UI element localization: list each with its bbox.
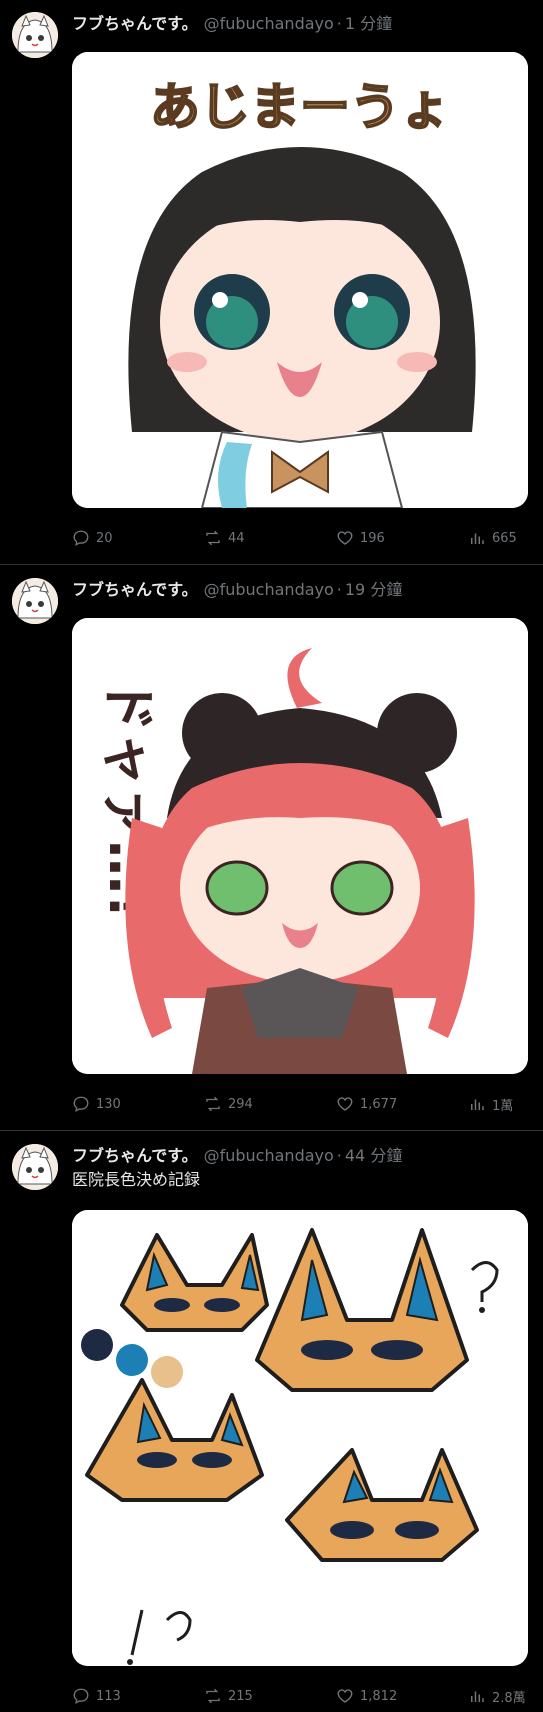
tweet-image[interactable] <box>72 1210 528 1666</box>
heart-icon <box>337 1689 353 1703</box>
tweet-image[interactable]: あじまーうょ <box>72 52 528 508</box>
views-button[interactable]: 665 <box>468 526 528 550</box>
tweet-text: 医院長色決め記録 <box>72 1170 201 1189</box>
tweet-actions: 130 294 1,677 1萬 <box>72 1092 528 1116</box>
timestamp[interactable]: 1 分鐘 <box>345 14 392 33</box>
like-button[interactable]: 1,812 <box>336 1684 426 1708</box>
reply-count: 130 <box>96 1096 121 1112</box>
author-name[interactable]: フブちゃんです。 <box>72 1146 198 1165</box>
timestamp[interactable]: 19 分鐘 <box>345 580 402 599</box>
tweet[interactable]: フブちゃんです。 @fubuchandayo·44 分鐘 医院長色決め記録 <box>0 1132 543 1712</box>
author-handle[interactable]: @fubuchandayo <box>204 580 334 599</box>
tweet-actions: 113 215 1,812 2.8萬 <box>72 1684 528 1708</box>
avatar[interactable] <box>12 1144 58 1190</box>
retweet-icon <box>206 1688 220 1704</box>
separator: · <box>336 580 342 599</box>
retweet-button[interactable]: 44 <box>204 526 294 550</box>
retweet-button[interactable]: 294 <box>204 1092 294 1116</box>
like-button[interactable]: 1,677 <box>336 1092 426 1116</box>
like-count: 1,677 <box>360 1096 398 1112</box>
view-count: 665 <box>492 530 517 546</box>
fox-girl-avatar-icon <box>12 578 58 624</box>
tweet-header: フブちゃんです。 @fubuchandayo · 1 分鐘 <box>72 12 392 36</box>
tweet-actions: 20 44 196 665 <box>72 526 528 550</box>
separator: · <box>336 1146 342 1165</box>
author-name[interactable]: フブちゃんです。 <box>72 14 198 33</box>
heart-icon <box>337 531 353 545</box>
avatar[interactable] <box>12 12 58 58</box>
retweet-icon <box>206 1096 220 1112</box>
image-caption: あじまーうょ <box>150 78 450 136</box>
analytics-icon <box>471 1099 484 1110</box>
reply-icon <box>73 1096 89 1112</box>
reply-icon <box>73 530 89 546</box>
reply-count: 113 <box>96 1688 121 1704</box>
views-button[interactable]: 1萬 <box>468 1092 528 1116</box>
analytics-icon <box>471 1691 484 1702</box>
author-handle[interactable]: @fubuchandayo <box>204 1146 334 1165</box>
tweet-header: フブちゃんです。 @fubuchandayo · 19 分鐘 <box>72 578 402 602</box>
retweet-count: 44 <box>228 530 245 546</box>
analytics-icon <box>471 533 484 544</box>
views-button[interactable]: 2.8萬 <box>468 1684 528 1708</box>
avatar[interactable] <box>12 578 58 624</box>
retweet-count: 215 <box>228 1688 253 1704</box>
reply-button[interactable]: 130 <box>72 1092 162 1116</box>
author-name[interactable]: フブちゃんです。 <box>72 580 198 599</box>
fox-girl-avatar-icon <box>12 12 58 58</box>
timestamp[interactable]: 44 分鐘 <box>345 1146 402 1165</box>
chibi-girl-illustration: ドャァ…! <box>72 618 528 1074</box>
fox-mask-sketches-illustration <box>72 1210 528 1666</box>
tweet-header: フブちゃんです。 @fubuchandayo · 44 分鐘 <box>72 1144 402 1168</box>
tweet-image[interactable]: ドャァ…! <box>72 618 528 1074</box>
divider <box>0 1130 543 1131</box>
view-count: 2.8萬 <box>492 1690 526 1706</box>
like-count: 1,812 <box>360 1688 398 1704</box>
view-count: 1萬 <box>492 1098 514 1114</box>
like-count: 196 <box>360 530 385 546</box>
chibi-girl-illustration: あじまーうょ <box>72 52 528 508</box>
fox-girl-avatar-icon <box>12 1144 58 1190</box>
author-handle[interactable]: @fubuchandayo <box>204 14 334 33</box>
reply-count: 20 <box>96 530 113 546</box>
tweet[interactable]: フブちゃんです。 @fubuchandayo · 1 分鐘 あじまーうょ 20 44 <box>0 0 543 560</box>
retweet-button[interactable]: 215 <box>204 1684 294 1708</box>
like-button[interactable]: 196 <box>336 526 426 550</box>
divider <box>0 564 543 565</box>
reply-button[interactable]: 113 <box>72 1684 162 1708</box>
reply-icon <box>73 1688 89 1704</box>
retweet-icon <box>206 530 220 546</box>
separator: · <box>336 14 342 33</box>
reply-button[interactable]: 20 <box>72 526 162 550</box>
tweet[interactable]: フブちゃんです。 @fubuchandayo·19 分鐘 ドャァ…! 130 <box>0 566 543 1126</box>
heart-icon <box>337 1097 353 1111</box>
retweet-count: 294 <box>228 1096 253 1112</box>
